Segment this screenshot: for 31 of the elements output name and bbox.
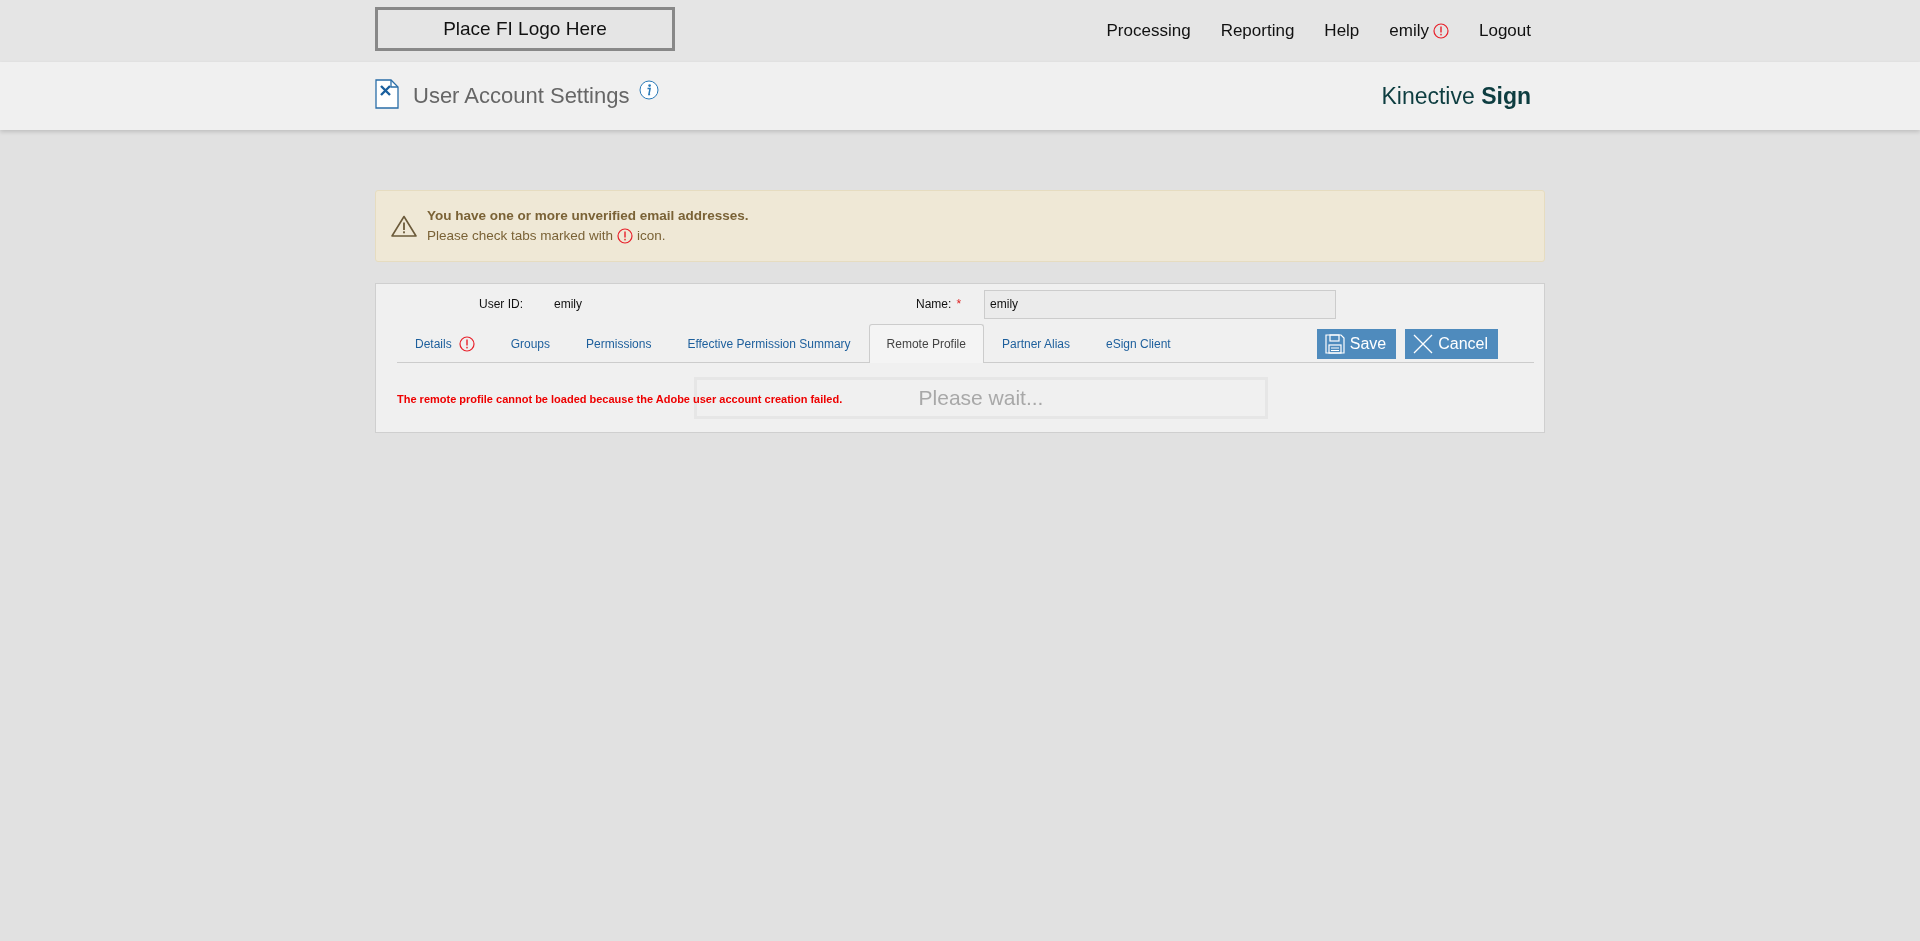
brand-name: Kinective Sign [1381, 82, 1532, 110]
nav-link[interactable]: Help [1324, 21, 1360, 41]
field-label: User ID: [479, 297, 523, 311]
cancel-button[interactable]: Cancel [1405, 329, 1498, 359]
nav-link[interactable]: emily [1389, 21, 1449, 41]
warning-icon [617, 228, 634, 244]
info-icon[interactable] [639, 80, 660, 100]
required-mark: * [956, 297, 962, 311]
tab[interactable]: eSign Client [1088, 325, 1189, 362]
tab[interactable]: Groups [492, 325, 569, 362]
tab[interactable]: Details [397, 325, 493, 362]
error-message: The remote profile cannot be loaded because the Adobe user account creation failed. [397, 393, 843, 405]
name-field[interactable]: emily [984, 289, 1337, 319]
close-icon [1413, 334, 1434, 354]
nav-link[interactable]: Processing [1106, 21, 1191, 41]
nav-link[interactable]: Logout [1479, 21, 1531, 41]
alert-heading: You have one or more unverified email addresses. [427, 207, 749, 225]
warning-triangle-icon [391, 215, 417, 237]
document-tools-icon [375, 79, 399, 109]
logo-placeholder-text: Place FI Logo Here [443, 18, 607, 40]
tab[interactable]: Remote Profile [868, 324, 984, 363]
field-label: Name: [916, 297, 952, 311]
tab[interactable]: Effective Permission Summary [669, 325, 869, 362]
alert-message: icon. [637, 227, 666, 245]
alert-message: Please check tabs marked with [427, 227, 614, 245]
page-title: User Account Settings [413, 83, 630, 109]
tab[interactable]: Permissions [568, 325, 670, 362]
nav-link[interactable]: Reporting [1220, 21, 1295, 41]
save-button[interactable]: Save [1316, 329, 1397, 359]
user-id-value: emily [554, 297, 583, 311]
tab[interactable]: Partner Alias [983, 325, 1088, 362]
